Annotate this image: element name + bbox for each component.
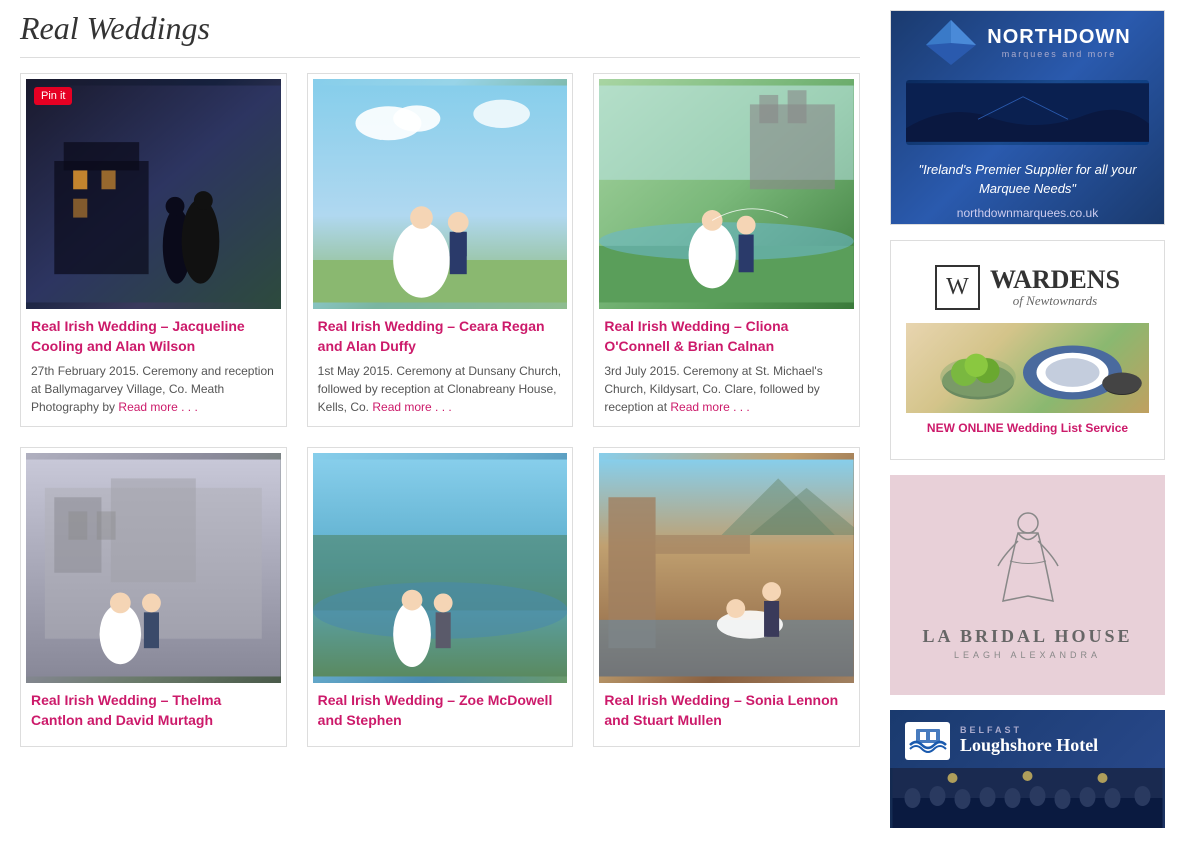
wedding-card-body-3: Real Irish Wedding – Cliona O'Connell & … [599, 309, 854, 421]
wedding-card-6: Real Irish Wedding – Sonia Lennon and St… [593, 447, 860, 747]
bridal-subtitle: LEAGH ALEXANDRA [954, 650, 1101, 660]
loughshore-header: BELFAST Loughshore Hotel [890, 710, 1165, 768]
wardens-image [906, 323, 1149, 413]
wedding-card-body-6: Real Irish Wedding – Sonia Lennon and St… [599, 683, 854, 741]
wardens-w-box: W [935, 265, 980, 310]
wedding-card: Pin it [20, 73, 287, 427]
bridal-sketch-icon [988, 511, 1068, 611]
northdown-logo: NORTHDOWN marquees and more [924, 15, 1130, 70]
page-title: Real Weddings [20, 10, 860, 58]
wedding-card-desc-1: 27th February 2015. Ceremony and recepti… [31, 362, 276, 416]
wedding-grid: Pin it [20, 73, 860, 747]
northdown-quote: "Ireland's Premier Supplier for all your… [906, 161, 1149, 197]
wedding-card-desc-3: 3rd July 2015. Ceremony at St. Michael's… [604, 362, 849, 416]
wedding-card-5: Real Irish Wedding – Zoe McDowell and St… [307, 447, 574, 747]
wardens-of: of Newtownards [990, 293, 1120, 309]
loughshore-name: Loughshore Hotel [960, 735, 1098, 757]
wardens-logo: W WARDENS of Newtownards [935, 265, 1120, 310]
wedding-card-4: Real Irish Wedding – Thelma Cantlon and … [20, 447, 287, 747]
wedding-card-body-2: Real Irish Wedding – Ceara Regan and Ala… [313, 309, 568, 421]
wardens-name: WARDENS [990, 267, 1120, 293]
bridal-name: LA BRIDAL HOUSE [922, 626, 1132, 647]
wedding-card-title-6[interactable]: Real Irish Wedding – Sonia Lennon and St… [604, 691, 849, 730]
wedding-card-2: Real Irish Wedding – Ceara Regan and Ala… [307, 73, 574, 427]
wedding-card-title-3[interactable]: Real Irish Wedding – Cliona O'Connell & … [604, 317, 849, 356]
wardens-ad[interactable]: W WARDENS of Newtownards [890, 240, 1165, 460]
main-content: Real Weddings Pin it [0, 0, 880, 853]
wedding-card-title-5[interactable]: Real Irish Wedding – Zoe McDowell and St… [318, 691, 563, 730]
wedding-card-body-1: Real Irish Wedding – Jacqueline Cooling … [26, 309, 281, 421]
wedding-card-desc-2: 1st May 2015. Ceremony at Dunsany Church… [318, 362, 563, 416]
sidebar: NORTHDOWN marquees and more "Ireland's P… [880, 0, 1175, 853]
loughshore-ad[interactable]: BELFAST Loughshore Hotel [890, 710, 1165, 828]
northdown-image [906, 80, 1149, 145]
wardens-tagline: NEW ONLINE Wedding List Service [927, 421, 1128, 435]
northdown-ad[interactable]: NORTHDOWN marquees and more "Ireland's P… [890, 10, 1165, 225]
wedding-card-title-1[interactable]: Real Irish Wedding – Jacqueline Cooling … [31, 317, 276, 356]
read-more-2[interactable]: Read more . . . [372, 400, 451, 414]
northdown-subtitle: marquees and more [987, 49, 1130, 59]
wedding-image-1: Pin it [26, 79, 281, 309]
wedding-card-3: Real Irish Wedding – Cliona O'Connell & … [593, 73, 860, 427]
loughshore-location: BELFAST [960, 725, 1098, 735]
wedding-image-5 [313, 453, 568, 683]
northdown-name: NORTHDOWN [987, 26, 1130, 49]
wedding-card-body-5: Real Irish Wedding – Zoe McDowell and St… [313, 683, 568, 741]
wedding-card-title-4[interactable]: Real Irish Wedding – Thelma Cantlon and … [31, 691, 276, 730]
read-more-3[interactable]: Read more . . . [670, 400, 749, 414]
loughshore-image [890, 768, 1165, 828]
pin-it-button[interactable]: Pin it [34, 87, 72, 105]
wedding-card-title-2[interactable]: Real Irish Wedding – Ceara Regan and Ala… [318, 317, 563, 356]
wedding-card-body-4: Real Irish Wedding – Thelma Cantlon and … [26, 683, 281, 741]
loughshore-logo-box [905, 722, 950, 760]
la-bridal-ad[interactable]: LA BRIDAL HOUSE LEAGH ALEXANDRA [890, 475, 1165, 695]
wedding-image-2 [313, 79, 568, 309]
wedding-image-6 [599, 453, 854, 683]
northdown-url: northdownmarquees.co.uk [957, 206, 1098, 220]
wedding-image-4 [26, 453, 281, 683]
wedding-image-3 [599, 79, 854, 309]
read-more-1[interactable]: Read more . . . [118, 400, 197, 414]
